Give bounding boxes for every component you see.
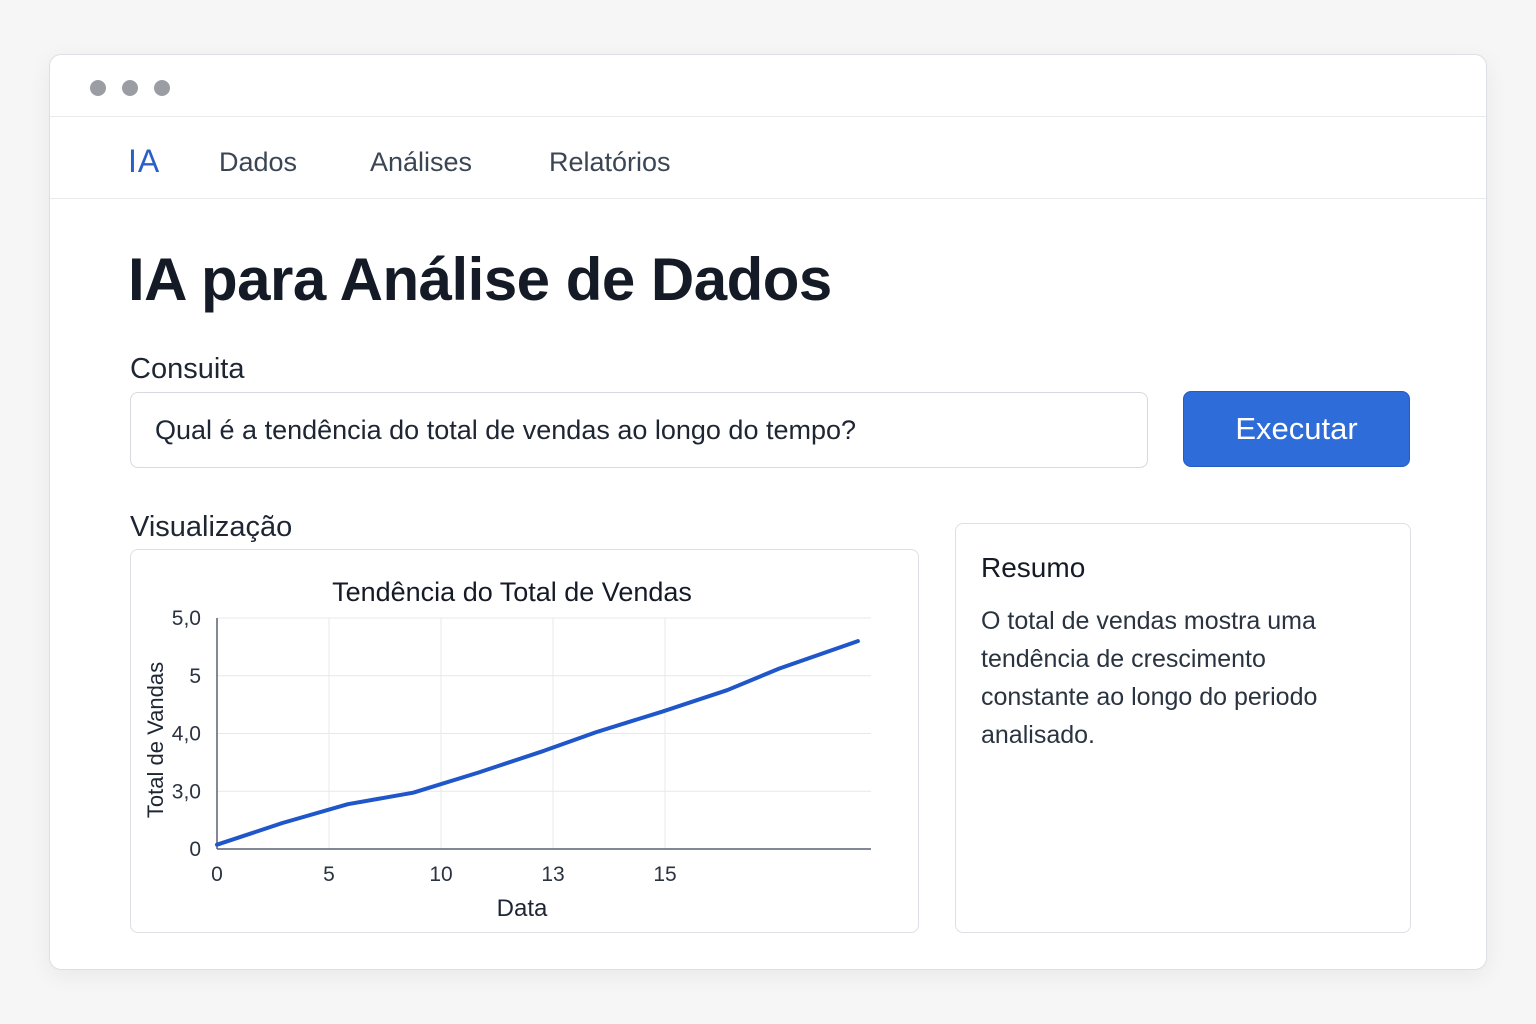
nav-item-dados[interactable]: Dados: [219, 147, 297, 178]
y-tick-label: 3,0: [172, 780, 201, 803]
window-maximize-dot[interactable]: [154, 80, 170, 96]
query-label: Consuita: [130, 353, 245, 385]
query-input[interactable]: [130, 392, 1148, 468]
window-titlebar: [50, 55, 1486, 117]
window-close-dot[interactable]: [90, 80, 106, 96]
y-tick-labels: 0 3,0 4,0 5 5,0: [172, 607, 201, 861]
y-axis-label: Total de Vandas: [143, 662, 168, 818]
page-title: IA para Análise de Dados: [128, 246, 832, 313]
x-tick-label: 15: [653, 863, 676, 886]
y-tick-label: 5: [189, 665, 201, 688]
nav-item-analises[interactable]: Análises: [370, 147, 472, 178]
y-tick-label: 4,0: [172, 723, 201, 746]
x-tick-label: 5: [323, 863, 335, 886]
y-tick-label: 0: [189, 838, 201, 861]
summary-title: Resumo: [981, 552, 1086, 583]
y-tick-label: 5,0: [172, 607, 201, 630]
x-tick-label: 10: [429, 863, 452, 886]
x-axis-label: Data: [497, 895, 548, 922]
window-minimize-dot[interactable]: [122, 80, 138, 96]
run-button[interactable]: Executar: [1183, 391, 1410, 467]
app-window: IA Dados Análises Relatórios IA para Aná…: [49, 54, 1487, 970]
series-line: [215, 639, 860, 847]
nav-item-relatorios[interactable]: Relatórios: [549, 147, 671, 178]
x-tick-label: 0: [211, 863, 223, 886]
chart-title: Tendência do Total de Vendas: [332, 577, 692, 607]
chart-card: Tendência do Total de Vendas 0 3,0 4,0 5 5,0…: [130, 549, 919, 933]
x-tick-label: 13: [541, 863, 564, 886]
x-tick-labels: 0 5 10 13 15: [211, 863, 677, 886]
visualization-label: Visualização: [130, 511, 293, 543]
top-nav: IA Dados Análises Relatórios: [50, 117, 1486, 199]
summary-text: O total de vendas mostra uma tendência d…: [981, 607, 1318, 749]
summary-card: Resumo O total de vendas mostra uma tend…: [955, 523, 1411, 933]
app-logo[interactable]: IA: [128, 143, 160, 180]
sales-trend-chart: Tendência do Total de Vendas 0 3,0 4,0 5 5,0…: [143, 577, 871, 922]
